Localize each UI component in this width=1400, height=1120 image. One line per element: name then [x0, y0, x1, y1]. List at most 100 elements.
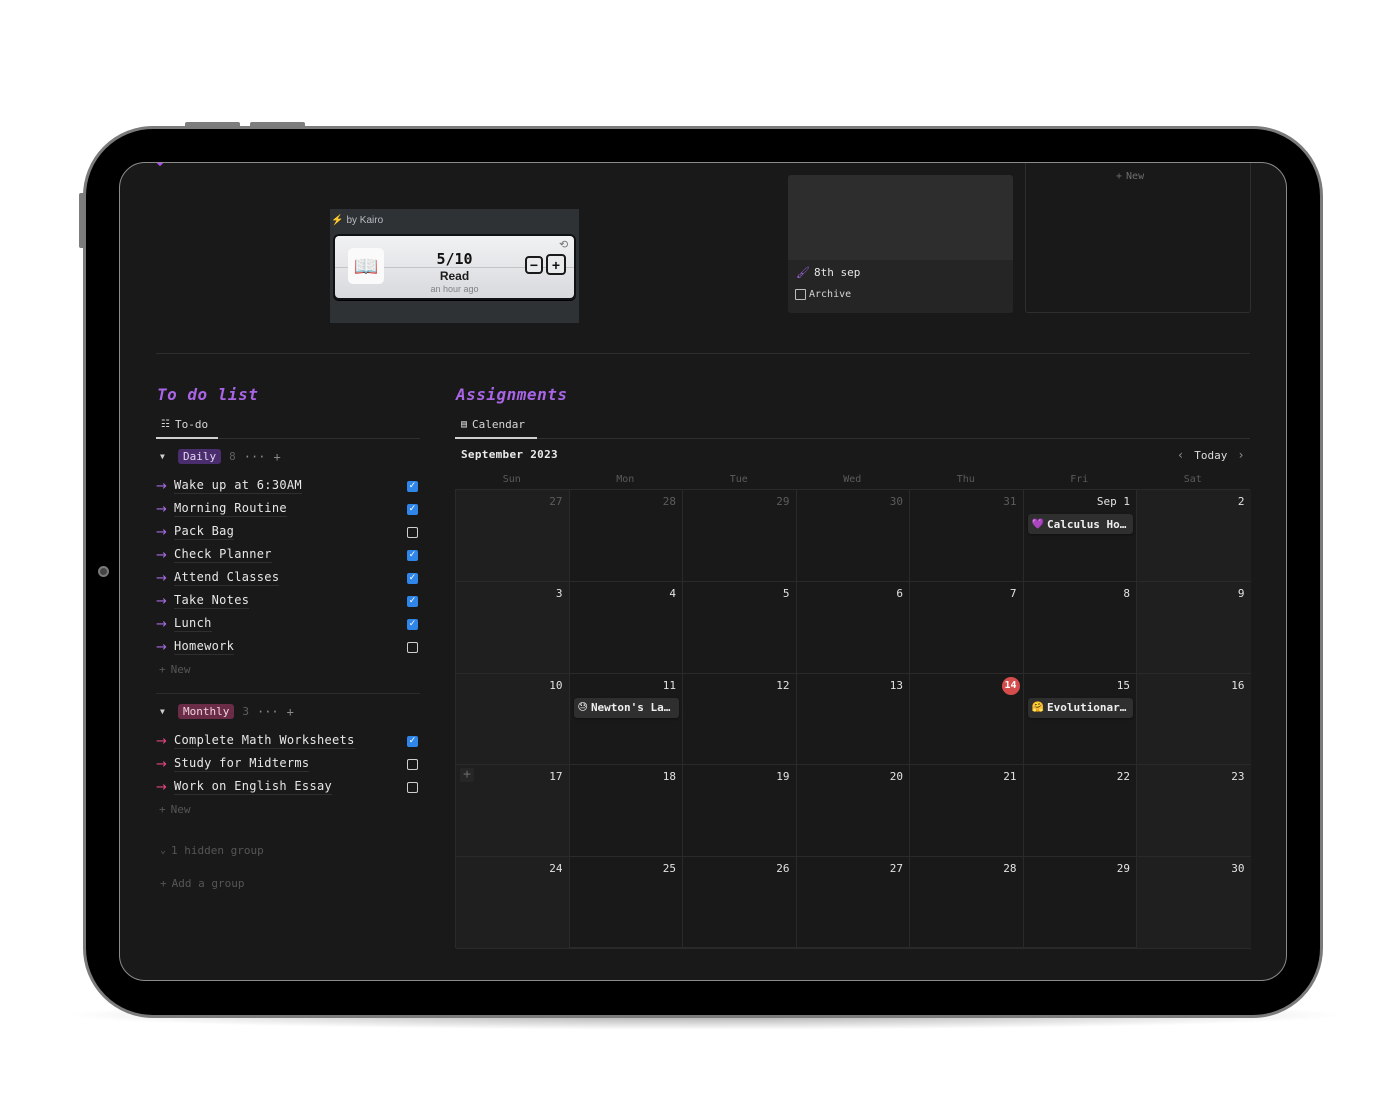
calendar-day-cell[interactable]: 15 🤗 Evolutionar… [1023, 673, 1137, 766]
calendar-day-cell[interactable]: 21 [910, 765, 1024, 858]
calendar-day-cell[interactable]: 24 [456, 857, 570, 949]
calendar-event[interactable]: 🤗 Evolutionar… [1027, 697, 1133, 718]
list-item[interactable]: → Take Notes ✓ [156, 591, 418, 611]
todo-item-text[interactable]: Lunch [174, 616, 212, 632]
collapse-caret-icon[interactable]: ▼ [160, 707, 170, 716]
calendar-day-cell[interactable]: 30 [1137, 857, 1251, 949]
todo-item-text[interactable]: Take Notes [174, 593, 250, 609]
todo-item-text[interactable]: Check Planner [174, 547, 272, 563]
calendar-day-cell[interactable]: 17 + [456, 765, 570, 858]
calendar-day-cell[interactable]: 13 [796, 673, 910, 766]
list-item[interactable]: → Pack Bag [156, 522, 418, 542]
calendar-day-cell[interactable]: 31 [910, 490, 1024, 582]
group-badge-daily[interactable]: Daily [178, 449, 222, 464]
calendar-day-cell[interactable]: 10 [456, 673, 570, 766]
plus-icon: + [160, 877, 167, 890]
done-checkbox[interactable]: ✓ [407, 480, 418, 492]
calendar-day-cell[interactable]: 29 [683, 490, 797, 582]
today-button[interactable]: Today [1194, 449, 1227, 462]
arrow-right-icon: → [156, 547, 167, 563]
calendar-day-cell[interactable]: 4 [569, 581, 683, 674]
calendar-day-cell[interactable]: 28 [569, 490, 683, 582]
chevron-right-icon[interactable]: › [1237, 448, 1244, 462]
done-checkbox[interactable]: ✓ [407, 572, 418, 584]
calendar-day-cell[interactable]: 16 [1137, 673, 1251, 766]
done-checkbox[interactable] [407, 758, 418, 770]
more-icon[interactable]: ··· [257, 705, 279, 719]
calendar-day-cell[interactable]: 3 [456, 581, 570, 674]
add-event-icon[interactable]: + [460, 768, 474, 783]
tab-calendar[interactable]: ▤ Calendar [461, 418, 525, 431]
add-icon[interactable]: + [287, 705, 294, 719]
increment-button[interactable]: + [546, 254, 566, 275]
list-item[interactable]: → Study for Midterms [156, 754, 418, 774]
refresh-icon[interactable]: ⟲ [559, 238, 568, 251]
calendar-day-cell[interactable]: 18 [569, 765, 683, 858]
calendar-day-cell[interactable]: Sep 1 💜 Calculus Ho… [1023, 490, 1137, 582]
calendar-day-cell[interactable]: 11 😓 Newton's La… [569, 673, 683, 766]
list-item[interactable]: → Attend Classes ✓ [156, 568, 418, 588]
calendar-day-cell[interactable]: 20 [796, 765, 910, 858]
todo-item-text[interactable]: Pack Bag [174, 524, 235, 540]
list-item[interactable]: → Work on English Essay [156, 777, 418, 797]
decrement-button[interactable]: − [525, 256, 543, 274]
tab-todo[interactable]: ☷ To-do [161, 418, 208, 431]
done-checkbox[interactable] [407, 641, 418, 653]
archive-label: Archive [809, 289, 852, 300]
todo-item-text[interactable]: Wake up at 6:30AM [174, 478, 302, 494]
done-checkbox[interactable] [407, 781, 418, 793]
add-icon[interactable]: + [273, 450, 280, 464]
calendar-day-cell[interactable]: 22 [1023, 765, 1137, 858]
calendar-day-cell[interactable]: 30 [796, 490, 910, 582]
done-checkbox[interactable]: ✓ [407, 618, 418, 630]
calendar-day-cell[interactable]: 27 [456, 490, 570, 582]
gallery-new-button[interactable]: + New [1116, 171, 1144, 182]
gallery-card[interactable]: 🖌 8th sep Archive [788, 175, 1013, 313]
widget-updated: an hour ago [430, 284, 479, 294]
group-badge-monthly[interactable]: Monthly [178, 704, 235, 719]
done-checkbox[interactable]: ✓ [407, 595, 418, 607]
todo-item-text[interactable]: Complete Math Worksheets [174, 733, 355, 749]
list-item[interactable]: → Homework [156, 637, 418, 657]
calendar-day-cell[interactable]: 5 [683, 581, 797, 674]
todo-item-text[interactable]: Work on English Essay [174, 779, 333, 795]
calendar-day-cell[interactable]: 25 [569, 857, 683, 949]
collapse-caret-icon[interactable]: ▼ [160, 452, 170, 461]
calendar-day-cell[interactable]: 12 [683, 673, 797, 766]
done-checkbox[interactable]: ✓ [407, 503, 418, 515]
calendar-day-cell[interactable]: 9 [1137, 581, 1251, 674]
todo-item-text[interactable]: Homework [174, 639, 235, 655]
calendar-day-cell[interactable]: 26 [683, 857, 797, 949]
done-checkbox[interactable]: ✓ [407, 735, 418, 747]
done-checkbox[interactable] [407, 526, 418, 538]
calendar-day-cell[interactable]: 27 [796, 857, 910, 949]
list-item[interactable]: → Wake up at 6:30AM ✓ [156, 476, 418, 496]
calendar-day-cell[interactable]: 28 [910, 857, 1024, 949]
new-item-daily[interactable]: + New [159, 663, 191, 676]
todo-item-text[interactable]: Study for Midterms [174, 756, 310, 772]
list-item[interactable]: → Check Planner ✓ [156, 545, 418, 565]
done-checkbox[interactable]: ✓ [407, 549, 418, 561]
todo-item-text[interactable]: Morning Routine [174, 501, 287, 517]
add-group-button[interactable]: + Add a group [160, 877, 244, 890]
calendar-day-cell[interactable]: 29 [1023, 857, 1137, 949]
calendar-event[interactable]: 💜 Calculus Ho… [1027, 514, 1133, 534]
archive-checkbox[interactable] [795, 289, 806, 300]
hidden-groups-toggle[interactable]: ⌄ 1 hidden group [160, 844, 264, 857]
new-item-monthly[interactable]: + New [159, 803, 191, 816]
more-icon[interactable]: ··· [244, 450, 266, 464]
calendar-day-cell[interactable]: 14 [910, 673, 1024, 766]
todo-item-text[interactable]: Attend Classes [174, 570, 280, 586]
calendar-day-cell[interactable]: 2 [1137, 490, 1251, 582]
calendar-day-cell[interactable]: 19 [683, 765, 797, 858]
calendar-day-cell[interactable]: 23 [1137, 765, 1251, 858]
chevron-left-icon[interactable]: ‹ [1177, 448, 1184, 462]
calendar-day-cell[interactable]: 7 [910, 581, 1024, 674]
list-item[interactable]: → Complete Math Worksheets ✓ [156, 731, 418, 751]
calendar-day-cell[interactable]: 8 [1023, 581, 1137, 674]
list-item[interactable]: → Lunch ✓ [156, 614, 418, 634]
calendar-day-cell[interactable]: 6 [796, 581, 910, 674]
calendar-event[interactable]: 😓 Newton's La… [573, 697, 679, 718]
section-divider [156, 353, 1250, 354]
list-item[interactable]: → Morning Routine ✓ [156, 499, 418, 519]
